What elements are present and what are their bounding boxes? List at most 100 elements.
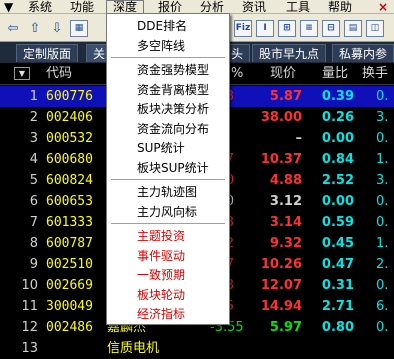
- turnover-rate: 1.: [376, 152, 389, 167]
- chart-icon[interactable]: Ⅰ: [256, 20, 274, 37]
- row-number: 3: [29, 131, 38, 146]
- volume-ratio: 0.84: [321, 152, 354, 167]
- header-volume-ratio[interactable]: 量比: [322, 65, 348, 83]
- depth-menu-item[interactable]: 资金流向分布: [107, 119, 229, 139]
- depth-menu-item[interactable]: DDE排名: [107, 16, 229, 36]
- turnover-rate: 1.: [376, 236, 389, 251]
- turnover-rate: 2.: [376, 257, 389, 272]
- menu-separator: [111, 57, 225, 58]
- turnover-rate: 0.: [376, 131, 389, 146]
- back-arrow-icon[interactable]: ⇦: [4, 20, 22, 37]
- stock-code: 002510: [46, 257, 93, 272]
- volume-ratio: 2.52: [321, 173, 354, 188]
- current-price: 38.00: [260, 110, 302, 125]
- volume-ratio: 0.45: [321, 236, 354, 251]
- current-price: 3.12: [269, 194, 302, 209]
- current-price: 5.87: [269, 89, 302, 104]
- current-price: 14.94: [260, 299, 302, 314]
- turnover-rate: 0.: [376, 215, 389, 230]
- current-price: 3.14: [269, 215, 302, 230]
- volume-ratio: 0.59: [321, 215, 354, 230]
- down-arrow-icon[interactable]: ⇩: [48, 20, 66, 37]
- stock-code: 600653: [46, 194, 93, 209]
- stock-code: 600824: [46, 173, 93, 188]
- menu-system[interactable]: 系统: [28, 0, 52, 14]
- split-icon[interactable]: ◫: [366, 20, 384, 37]
- row-number: 7: [29, 215, 38, 230]
- panel-icon[interactable]: ⊟: [322, 20, 340, 37]
- depth-menu-dropdown: DDE排名 多空阵线 资金强势模型 资金背离模型 板块决策分析 资金流向分布 SUP统计 板块…: [106, 13, 230, 325]
- table-icon[interactable]: ⊞: [278, 20, 296, 37]
- fiz-icon[interactable]: Fiz: [234, 20, 252, 37]
- depth-menu-item[interactable]: 多空阵线: [107, 36, 229, 56]
- row-number: 2: [29, 110, 38, 125]
- row-number: 5: [29, 173, 38, 188]
- menu-analysis[interactable]: 分析: [200, 0, 224, 14]
- header-pct[interactable]: %: [231, 65, 243, 83]
- depth-menu-item[interactable]: 经济指标: [107, 304, 229, 324]
- turnover-rate: 0.: [376, 278, 389, 293]
- depth-menu-item[interactable]: 资金背离模型: [107, 80, 229, 100]
- tab-private-fund[interactable]: 私募内参: [332, 44, 394, 62]
- depth-menu-item[interactable]: SUP统计: [107, 138, 229, 158]
- stock-code: 002486: [46, 320, 93, 335]
- depth-menu-item[interactable]: 事件驱动: [107, 246, 229, 266]
- stock-code: 300049: [46, 299, 93, 314]
- stock-code: 002406: [46, 110, 93, 125]
- turnover-rate: 6.: [376, 299, 389, 314]
- menu-news[interactable]: 资讯: [242, 0, 266, 14]
- tab-morning-news[interactable]: 股市早九点: [252, 44, 327, 62]
- sort-dropdown-icon[interactable]: ▼: [14, 67, 30, 80]
- stock-code: 600776: [46, 89, 93, 104]
- current-price: 10.37: [260, 152, 302, 167]
- row-number: 8: [29, 236, 38, 251]
- list-icon[interactable]: ≡: [300, 20, 318, 37]
- grid-icon[interactable]: ▦: [70, 20, 88, 37]
- volume-ratio: 0.39: [321, 89, 354, 104]
- menu-function[interactable]: 功能: [70, 0, 94, 14]
- header-price[interactable]: 现价: [270, 65, 296, 83]
- stock-code: 600787: [46, 236, 93, 251]
- depth-menu-item[interactable]: 资金强势模型: [107, 60, 229, 80]
- depth-menu-item[interactable]: 一致预期: [107, 265, 229, 285]
- layout-icon[interactable]: ▤: [344, 20, 362, 37]
- stock-code: 600680: [46, 152, 93, 167]
- depth-menu-item[interactable]: 主力风向标: [107, 202, 229, 222]
- row-number: 10: [21, 278, 38, 293]
- menu-separator: [111, 223, 225, 224]
- menu-tools[interactable]: 工具: [286, 0, 310, 14]
- row-number: 12: [21, 320, 38, 335]
- turnover-rate: 3.: [376, 173, 389, 188]
- row-number: 9: [29, 257, 38, 272]
- tab-custom-layout[interactable]: 定制版面: [16, 44, 79, 62]
- menu-depth[interactable]: 深度: [106, 0, 145, 14]
- stock-code: 000532: [46, 131, 93, 146]
- volume-ratio: 0.00: [321, 194, 354, 209]
- depth-menu-item[interactable]: 板块SUP统计: [107, 158, 229, 178]
- current-price: 5.97: [269, 320, 302, 335]
- close-icon[interactable]: ×: [378, 0, 388, 14]
- header-code[interactable]: 代码: [46, 65, 72, 83]
- volume-ratio: 2.71: [321, 299, 354, 314]
- turnover-rate: 0.: [376, 320, 389, 335]
- menu-bar: ▼ 系统 功能 深度 报价 分析 资讯 工具 帮助 ×: [0, 0, 394, 14]
- stock-code: 002669: [46, 278, 93, 293]
- current-price: 4.88: [269, 173, 302, 188]
- menu-logo-icon: ▼: [4, 0, 14, 14]
- header-turnover[interactable]: 换手: [362, 65, 388, 83]
- menu-quote[interactable]: 报价: [158, 0, 182, 14]
- current-price: 12.07: [260, 278, 302, 293]
- depth-menu-item[interactable]: 主力轨迹图: [107, 182, 229, 202]
- depth-menu-item[interactable]: 板块轮动: [107, 285, 229, 305]
- depth-menu-item[interactable]: 板块决策分析: [107, 99, 229, 119]
- row-number: 6: [29, 194, 38, 209]
- volume-ratio: 0.31: [321, 278, 354, 293]
- menu-help[interactable]: 帮助: [328, 0, 352, 14]
- turnover-rate: 3.: [376, 110, 389, 125]
- turnover-rate: 0.: [376, 194, 389, 209]
- row-number: 1: [29, 89, 38, 104]
- volume-ratio: 0.80: [321, 320, 354, 335]
- depth-menu-item[interactable]: 主题投资: [107, 226, 229, 246]
- up-arrow-icon[interactable]: ⇧: [26, 20, 44, 37]
- row-number: 4: [29, 152, 38, 167]
